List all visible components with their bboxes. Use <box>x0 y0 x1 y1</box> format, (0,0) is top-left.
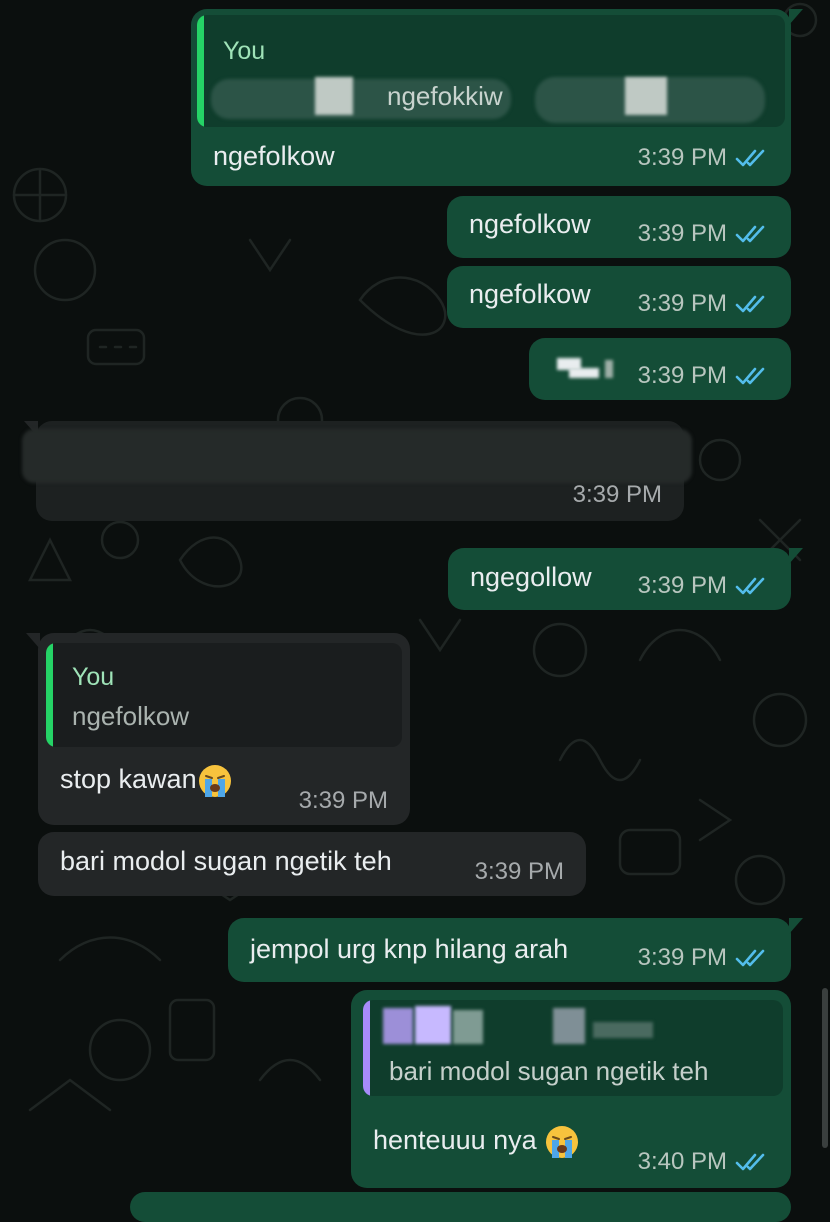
message-bubble-outgoing[interactable]: You ngefokkiw ngefolkow 3:39 PM <box>191 9 803 186</box>
message-text: bari modol sugan ngetik teh <box>60 846 392 876</box>
message-meta: 3:39 PM <box>573 481 662 509</box>
quote-text: bari modol sugan ngetik teh <box>389 1056 709 1086</box>
message-text: jempol urg knp hilang arah <box>250 934 569 964</box>
redacted-block <box>22 429 692 483</box>
message-time: 3:39 PM <box>637 144 727 171</box>
message-text: ngefolkow <box>213 141 335 171</box>
message-meta: 3:39 PM <box>475 858 564 886</box>
message-bubble-incoming[interactable]: You ngefolkow stop kawan 3:39 PM <box>26 633 410 825</box>
message-text: ngegollow <box>470 562 592 592</box>
double-check-read-icon <box>735 367 765 385</box>
quote-author: You <box>72 663 115 691</box>
message-bubble-outgoing[interactable]: ngefolkow 3:39 PM <box>447 266 791 328</box>
message-bubble-outgoing[interactable]: 3:39 PM <box>529 338 791 400</box>
message-meta: 3:39 PM <box>638 572 769 600</box>
redacted-block <box>315 77 353 115</box>
quoted-message[interactable]: You ngefokkiw <box>197 15 785 127</box>
message-meta: 3:39 PM <box>638 362 769 390</box>
message-text-row: stop kawan <box>60 763 233 799</box>
redacted-block <box>605 360 613 378</box>
quote-accent-bar <box>197 15 204 127</box>
quoted-message[interactable]: bari modol sugan ngetik teh <box>363 1000 783 1096</box>
loudly-crying-face-icon <box>546 1126 579 1158</box>
redacted-block <box>593 1022 653 1038</box>
message-text: ngefolkow <box>469 279 591 309</box>
message-time: 3:39 PM <box>637 362 727 389</box>
quoted-message[interactable]: You ngefolkow <box>46 643 402 747</box>
message-meta: 3:39 PM <box>638 944 769 972</box>
message-time: 3:39 PM <box>637 290 727 317</box>
message-time: 3:39 PM <box>298 787 388 814</box>
message-time: 3:39 PM <box>637 944 727 971</box>
double-check-read-icon <box>735 295 765 313</box>
message-bubble-outgoing[interactable]: bari modol sugan ngetik teh henteuuu nya… <box>351 990 791 1188</box>
redacted-block <box>569 368 599 378</box>
redacted-block <box>625 77 667 115</box>
message-meta: 3:39 PM <box>299 787 388 815</box>
redacted-block <box>553 1008 585 1044</box>
quote-text: ngefokkiw <box>387 81 503 111</box>
quote-accent-bar <box>46 643 53 747</box>
message-bubble-incoming[interactable]: 3:39 PM <box>22 421 692 521</box>
message-text: henteuuu nya <box>373 1125 537 1156</box>
double-check-read-icon <box>735 225 765 243</box>
message-bubble-incoming[interactable]: bari modol sugan ngetik teh 3:39 PM <box>38 832 586 896</box>
message-time: 3:39 PM <box>474 858 564 885</box>
redacted-block <box>415 1006 451 1044</box>
message-bubble-outgoing-partial[interactable] <box>130 1192 791 1222</box>
quote-accent-bar <box>363 1000 370 1096</box>
message-meta: 3:39 PM <box>638 144 769 172</box>
message-meta: 3:39 PM <box>638 220 769 248</box>
message-meta: 3:39 PM <box>638 290 769 318</box>
redacted-block <box>453 1010 483 1044</box>
double-check-read-icon <box>735 577 765 595</box>
message-meta: 3:40 PM <box>638 1148 769 1176</box>
message-time: 3:39 PM <box>572 481 662 508</box>
message-bubble-outgoing[interactable]: ngefolkow 3:39 PM <box>447 196 791 258</box>
message-time: 3:39 PM <box>637 220 727 247</box>
message-text-row: henteuuu nya <box>373 1124 580 1160</box>
redacted-block <box>383 1008 413 1044</box>
double-check-read-icon <box>735 949 765 967</box>
message-text: ngefolkow <box>469 209 591 239</box>
message-bubble-outgoing[interactable]: ngegollow 3:39 PM <box>448 548 803 610</box>
scrollbar[interactable] <box>822 988 828 1148</box>
message-time: 3:39 PM <box>637 572 727 599</box>
double-check-read-icon <box>735 149 765 167</box>
loudly-crying-face-icon <box>198 765 231 797</box>
quote-text: ngefolkow <box>72 701 190 731</box>
message-bubble-outgoing[interactable]: jempol urg knp hilang arah 3:39 PM <box>228 918 803 982</box>
message-text: stop kawan <box>60 764 197 795</box>
double-check-read-icon <box>735 1153 765 1171</box>
quote-author: You <box>223 37 266 65</box>
message-time: 3:40 PM <box>637 1148 727 1175</box>
